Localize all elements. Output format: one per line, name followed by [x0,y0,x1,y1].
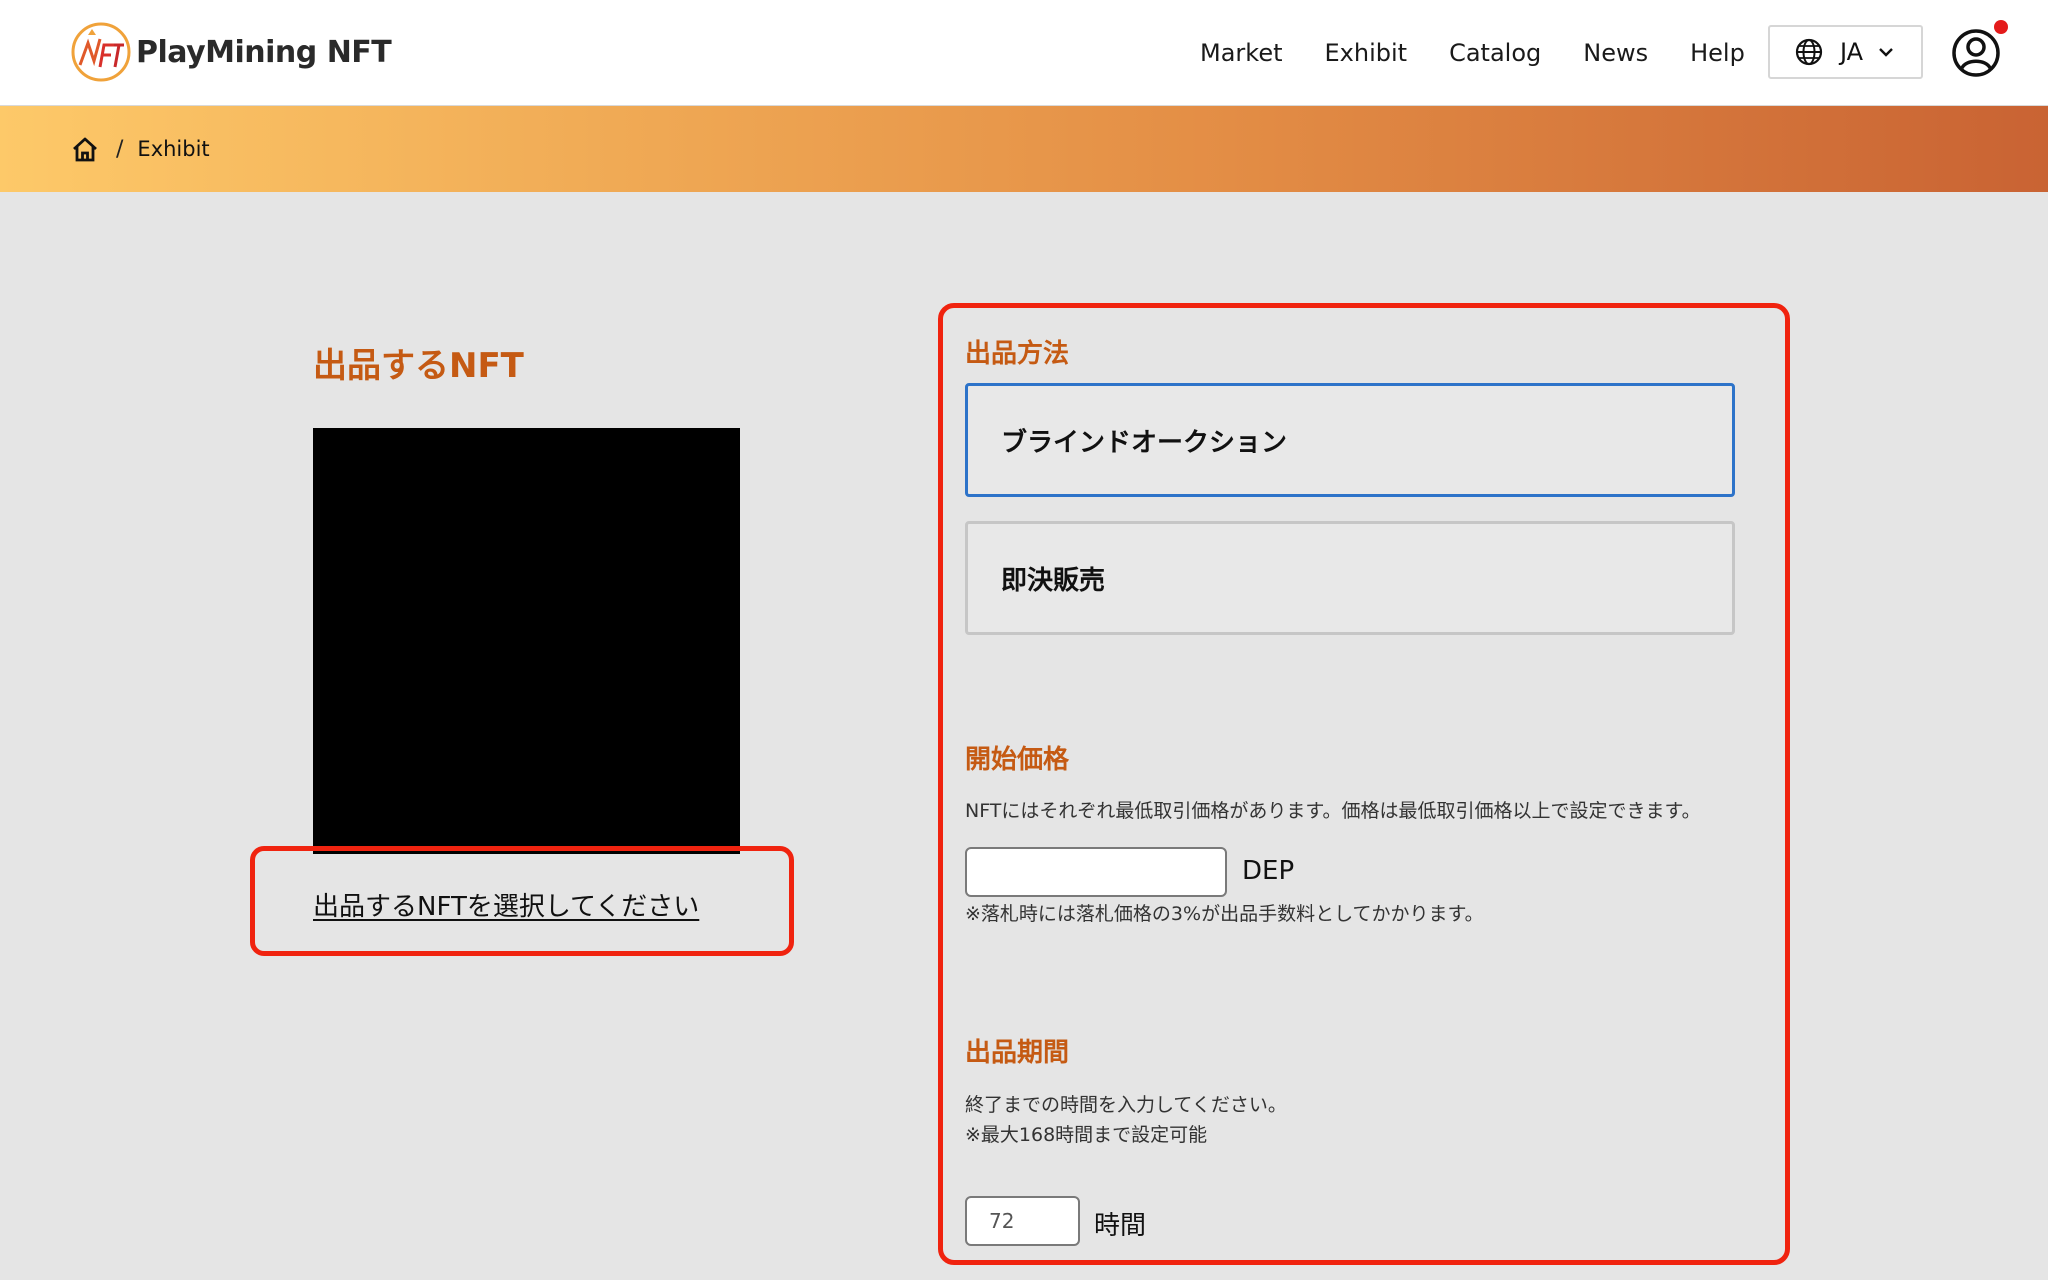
breadcrumb-current: Exhibit [137,137,210,161]
main-nav: Market Exhibit Catalog News Help [1200,0,1745,106]
select-nft-link[interactable]: 出品するNFTを選択してください [313,886,699,923]
price-unit: DEP [1242,856,1295,886]
start-price-title: 開始価格 [965,745,1070,775]
brand-logo[interactable]: PlayMining NFT [70,20,392,84]
nav-catalog[interactable]: Catalog [1449,39,1541,67]
language-code: JA [1840,38,1864,66]
method-option-blind-auction[interactable]: ブラインドオークション [965,383,1735,497]
listing-period-description: 終了までの時間を入力してください。 [965,1094,1287,1116]
method-option-label: ブラインドオークション [1001,427,1288,458]
language-selector[interactable]: JA [1768,25,1923,79]
listing-method-title: 出品方法 [965,339,1070,369]
method-option-label: 即決販売 [1001,565,1106,596]
top-header: PlayMining NFT Market Exhibit Catalog Ne… [0,0,2048,106]
breadcrumb: / Exhibit [0,106,2048,192]
listing-period-title: 出品期間 [965,1038,1070,1068]
brand-name: PlayMining NFT [136,34,392,70]
nft-section-title: 出品するNFT [313,346,524,386]
hours-unit: 時間 [1094,1211,1147,1241]
hours-input[interactable] [965,1196,1080,1246]
start-price-input[interactable] [965,847,1227,897]
nav-news[interactable]: News [1583,39,1648,67]
nav-exhibit[interactable]: Exhibit [1325,39,1408,67]
globe-icon [1795,38,1823,66]
nav-market[interactable]: Market [1200,39,1283,67]
user-circle-icon[interactable] [1950,27,2002,79]
playmining-logo-icon [71,22,131,82]
fee-note: ※落札時には落札価格の3%が出品手数料としてかかります。 [965,903,1484,925]
nav-help[interactable]: Help [1690,39,1745,67]
listing-period-note: ※最大168時間まで設定可能 [965,1124,1208,1146]
home-icon[interactable] [70,134,100,164]
start-price-description: NFTにはそれぞれ最低取引価格があります。価格は最低取引価格以上で設定できます。 [965,800,1701,822]
breadcrumb-separator: / [116,136,124,162]
notification-dot [1994,20,2008,34]
method-option-instant-sale[interactable]: 即決販売 [965,521,1735,635]
chevron-down-icon [1879,48,1893,57]
nft-image-placeholder [313,428,740,854]
